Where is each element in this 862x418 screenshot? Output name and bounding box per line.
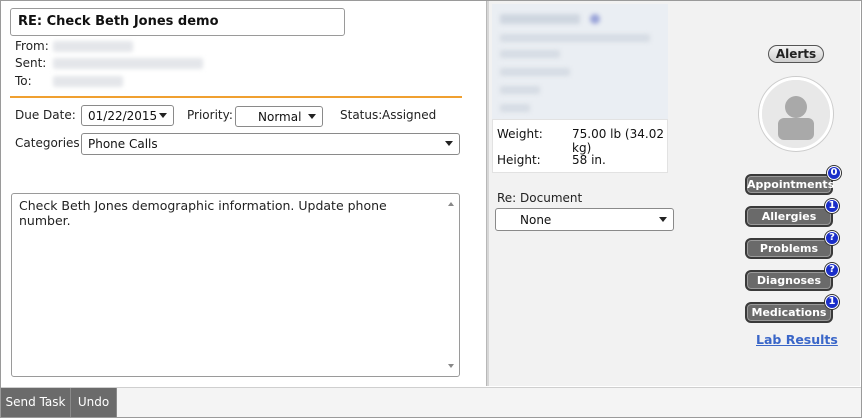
lab-results-link[interactable]: Lab Results xyxy=(756,332,838,347)
diagnoses-button[interactable]: Diagnoses xyxy=(745,270,833,291)
message-body-text: Check Beth Jones demographic information… xyxy=(19,198,387,228)
bottom-toolbar: Send Task Undo xyxy=(1,387,861,417)
categories-value: Phone Calls xyxy=(88,137,158,151)
sent-value-redacted xyxy=(53,58,203,69)
height-value: 58 in. xyxy=(572,153,606,167)
weight-value: 75.00 lb (34.02 kg) xyxy=(572,127,664,155)
weight-label: Weight: xyxy=(497,127,543,141)
status-label: Status: xyxy=(340,108,383,122)
priority-value: Normal xyxy=(258,110,302,124)
send-task-button[interactable]: Send Task xyxy=(1,388,71,417)
due-date-value: 01/22/2015 xyxy=(88,109,158,123)
re-document-label: Re: Document xyxy=(497,191,583,205)
re-document-select[interactable]: None xyxy=(495,208,674,231)
message-scrollbar[interactable] xyxy=(445,196,457,374)
scroll-up-icon[interactable] xyxy=(448,202,454,206)
to-value-redacted xyxy=(53,76,123,87)
from-label: From: xyxy=(15,39,49,53)
categories-select[interactable]: Phone Calls xyxy=(81,133,460,155)
message-pane: RE: Check Beth Jones demo From: Sent: To… xyxy=(1,1,485,386)
appointments-label: Appointments xyxy=(747,178,835,191)
priority-label: Priority: xyxy=(187,108,233,122)
vitals-panel: Weight: 75.00 lb (34.02 kg) Height: 58 i… xyxy=(492,119,668,173)
chevron-down-icon xyxy=(159,113,167,118)
problems-label: Problems xyxy=(759,242,819,255)
sent-label: Sent: xyxy=(15,56,47,70)
patient-pane: Weight: 75.00 lb (34.02 kg) Height: 58 i… xyxy=(489,1,860,386)
problems-button[interactable]: Problems xyxy=(745,238,833,259)
alerts-button[interactable]: Alerts xyxy=(768,45,824,63)
undo-button[interactable]: Undo xyxy=(71,388,117,417)
appointments-button[interactable]: Appointments xyxy=(745,174,835,195)
patient-avatar xyxy=(759,77,833,151)
due-date-label: Due Date: xyxy=(15,108,76,122)
priority-select[interactable]: Normal xyxy=(235,106,323,127)
due-date-select[interactable]: 01/22/2015 xyxy=(81,105,174,126)
diagnoses-label: Diagnoses xyxy=(756,274,822,287)
medications-label: Medications xyxy=(751,306,827,319)
medications-button[interactable]: Medications xyxy=(745,302,833,323)
patient-card-redacted xyxy=(492,4,668,119)
subject-field[interactable]: RE: Check Beth Jones demo xyxy=(10,8,345,36)
chevron-down-icon xyxy=(308,114,316,119)
status-value: Assigned xyxy=(382,108,437,122)
re-document-value: None xyxy=(520,213,552,227)
problems-badge: ? xyxy=(825,231,839,245)
medications-badge: 1 xyxy=(825,295,839,309)
chevron-down-icon xyxy=(659,217,667,222)
categories-label: Categories: xyxy=(15,136,84,150)
diagnoses-badge: ? xyxy=(825,263,839,277)
chevron-down-icon xyxy=(445,141,453,146)
message-body[interactable]: Check Beth Jones demographic information… xyxy=(11,193,460,377)
height-label: Height: xyxy=(497,153,541,167)
header-divider xyxy=(10,96,462,98)
allergies-badge: 1 xyxy=(825,199,839,213)
to-label: To: xyxy=(15,74,32,88)
person-icon xyxy=(762,80,830,148)
allergies-label: Allergies xyxy=(761,210,817,223)
from-value-redacted xyxy=(53,41,133,52)
allergies-button[interactable]: Allergies xyxy=(745,206,833,227)
appointments-badge: 0 xyxy=(827,166,841,180)
scroll-down-icon[interactable] xyxy=(448,364,454,368)
